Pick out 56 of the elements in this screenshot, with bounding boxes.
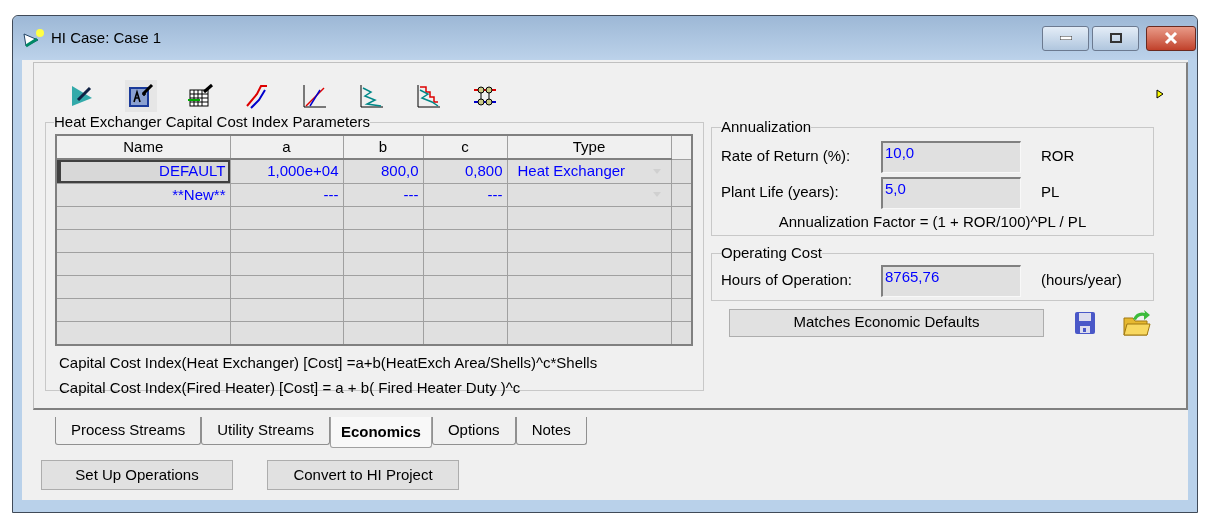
close-icon (1164, 32, 1178, 44)
field-label: Hours of Operation: (721, 270, 853, 291)
restore-icon (1109, 33, 1122, 43)
input-field[interactable]: 5,0 (881, 176, 1021, 209)
unit-label: ROR (1041, 146, 1075, 167)
close-button[interactable] (1146, 25, 1196, 51)
formula-text: Capital Cost Index(Fired Heater) [Cost] = a + b( Fired Heater Duty )^c (59, 378, 522, 398)
formula-text: Annualization Factor = (1 + ROR/100)^PL / PL (778, 211, 1087, 232)
column-header: Type (507, 134, 671, 159)
table-cell[interactable]: DEFAULT (56, 159, 230, 183)
app-icon (23, 28, 45, 48)
table-cell[interactable]: **New** (56, 183, 230, 207)
unit-label: (hours/year) (1041, 270, 1122, 291)
group-title: Operating Cost (721, 243, 822, 263)
tab[interactable]: Process Streams (55, 417, 202, 445)
input-field[interactable]: 8765,76 (881, 264, 1021, 297)
save-icon[interactable] (1074, 310, 1096, 335)
column-header: c (423, 134, 507, 159)
minimize-button[interactable] (1042, 25, 1089, 51)
table-cell: 800,0 (343, 159, 423, 183)
edit-text-icon[interactable] (127, 82, 155, 110)
column-header (671, 134, 692, 159)
table-cell: 0,800 (423, 159, 507, 183)
composite-chart-icon[interactable] (414, 82, 442, 110)
table-cell: --- (343, 183, 423, 207)
expand-arrow-icon[interactable] (1156, 89, 1164, 99)
formula-text: Capital Cost Index(Heat Exchanger) [Cost] =a+b(HeatExch Area/Shells)^c*Shells (59, 352, 599, 373)
step-chart-icon[interactable] (357, 82, 385, 110)
group-title: Heat Exchanger Capital Cost Index Parameters (54, 112, 370, 132)
action-button[interactable]: Set Up Operations (41, 460, 233, 490)
window-title: HI Case: Case 1 (51, 27, 162, 48)
cell-text: Heat Exchanger (517, 161, 626, 181)
column-header: Name (56, 134, 230, 159)
action-button[interactable]: Convert to HI Project (267, 460, 459, 490)
column-header: a (230, 134, 343, 159)
tab[interactable]: Economics (329, 417, 432, 448)
tab[interactable]: Notes (515, 417, 587, 445)
grid-table-icon[interactable] (186, 82, 214, 110)
group-title: Annualization (721, 117, 812, 137)
dropdown-cell[interactable]: Heat Exchanger (507, 159, 671, 183)
maximize-button[interactable] (1092, 25, 1139, 51)
table-cell: --- (230, 183, 343, 207)
minimize-icon (1059, 36, 1072, 40)
tab[interactable]: Options (431, 417, 516, 445)
table-cell: 1,000e+04 (230, 159, 343, 183)
line-chart-icon[interactable] (300, 82, 328, 110)
defaults-button[interactable]: Matches Economic Defaults (729, 308, 1044, 337)
dropdown-cell[interactable] (507, 183, 671, 207)
table-cell: --- (423, 183, 507, 207)
column-header: b (343, 134, 423, 159)
field-label: Plant Life (years): (721, 182, 840, 203)
field-label: Rate of Return (%): (721, 146, 852, 167)
open-folder-icon[interactable] (1123, 309, 1151, 336)
input-field[interactable]: 10,0 (881, 140, 1021, 173)
tab[interactable]: Utility Streams (201, 417, 330, 445)
unit-label: PL (1041, 182, 1060, 203)
